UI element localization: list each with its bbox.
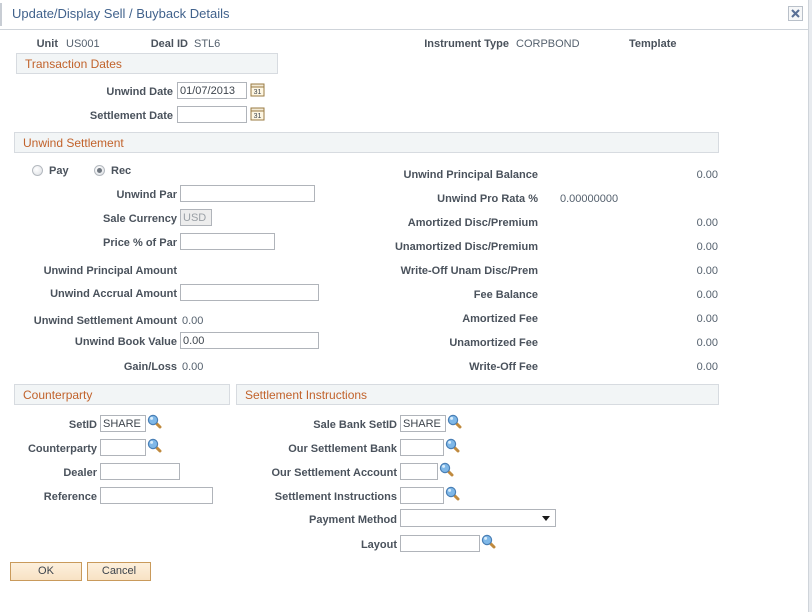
write-off-unam-disc-prem-value: 0.00 xyxy=(620,265,718,278)
unit-label: Unit xyxy=(18,38,58,51)
search-icon-our-settlement-account[interactable] xyxy=(439,462,454,477)
section-unwind-settlement-title: Unwind Settlement xyxy=(23,136,124,150)
unit-value: US001 xyxy=(66,38,100,51)
section-transaction-dates: Transaction Dates xyxy=(16,53,278,74)
unwind-principal-balance-label: Unwind Principal Balance xyxy=(330,169,538,182)
reference-input[interactable] xyxy=(100,487,213,504)
deal-id-value: STL6 xyxy=(194,38,220,51)
ok-button[interactable]: OK xyxy=(10,562,82,581)
our-settlement-bank-input[interactable] xyxy=(400,439,444,456)
amortized-fee-value: 0.00 xyxy=(620,313,718,326)
unamortized-disc-premium-label: Unamortized Disc/Premium xyxy=(330,241,538,254)
search-icon-our-settlement-bank[interactable] xyxy=(445,438,460,453)
amortized-disc-premium-value: 0.00 xyxy=(620,217,718,230)
page-title: Update/Display Sell / Buyback Details xyxy=(12,6,230,21)
settlement-instructions-field-label: Settlement Instructions xyxy=(240,491,397,504)
unwind-principal-amount-label: Unwind Principal Amount xyxy=(22,265,177,278)
section-settlement-instructions: Settlement Instructions xyxy=(236,384,719,405)
instrument-type-label: Instrument Type xyxy=(390,38,509,51)
reference-label: Reference xyxy=(20,491,97,504)
unwind-accrual-amount-input[interactable] xyxy=(180,284,319,301)
titlebar-accent-bar xyxy=(0,3,2,26)
close-button[interactable] xyxy=(788,6,803,21)
write-off-unam-disc-prem-label: Write-Off Unam Disc/Prem xyxy=(330,265,538,278)
price-pct-of-par-input[interactable] xyxy=(180,233,275,250)
write-off-fee-label: Write-Off Fee xyxy=(330,361,538,374)
section-settlement-instructions-title: Settlement Instructions xyxy=(245,388,367,402)
unwind-accrual-amount-label: Unwind Accrual Amount xyxy=(22,288,177,301)
svg-text:31: 31 xyxy=(254,113,262,120)
unwind-book-value-input[interactable] xyxy=(180,332,319,349)
write-off-fee-value: 0.00 xyxy=(620,361,718,374)
fee-balance-value: 0.00 xyxy=(620,289,718,302)
radio-rec[interactable] xyxy=(94,165,105,176)
chevron-down-icon-payment-method xyxy=(542,516,550,521)
sale-currency-input xyxy=(180,209,212,226)
deal-id-label: Deal ID xyxy=(140,38,188,51)
layout-input[interactable] xyxy=(400,535,480,552)
unwind-par-label: Unwind Par xyxy=(55,189,177,202)
setid-input[interactable] xyxy=(100,415,146,432)
unwind-par-input[interactable] xyxy=(180,185,315,202)
gain-loss-value: 0.00 xyxy=(182,361,203,374)
window-titlebar: Update/Display Sell / Buyback Details xyxy=(0,0,812,30)
instrument-type-value: CORPBOND xyxy=(516,38,580,51)
price-pct-of-par-label: Price % of Par xyxy=(55,237,177,250)
section-counterparty-title: Counterparty xyxy=(23,388,92,402)
our-settlement-account-input[interactable] xyxy=(400,463,438,480)
search-icon-setid[interactable] xyxy=(147,414,162,429)
settlement-date-input[interactable] xyxy=(177,106,247,123)
our-settlement-account-label: Our Settlement Account xyxy=(240,467,397,480)
unamortized-fee-label: Unamortized Fee xyxy=(330,337,538,350)
search-icon-sale-bank-setid[interactable] xyxy=(447,414,462,429)
counterparty-input[interactable] xyxy=(100,439,146,456)
unwind-pro-rata-pct-value: 0.00000000 xyxy=(560,193,618,206)
radio-rec-label: Rec xyxy=(111,165,131,178)
layout-label: Layout xyxy=(240,539,397,552)
our-settlement-bank-label: Our Settlement Bank xyxy=(240,443,397,456)
sell-buyback-details-page: Update/Display Sell / Buyback Details Un… xyxy=(0,0,812,612)
svg-text:31: 31 xyxy=(254,89,262,96)
gain-loss-label: Gain/Loss xyxy=(60,361,177,374)
search-icon-layout[interactable] xyxy=(481,534,496,549)
dealer-input[interactable] xyxy=(100,463,180,480)
unwind-settlement-amount-value: 0.00 xyxy=(182,315,203,328)
unwind-principal-balance-value: 0.00 xyxy=(620,169,718,182)
radio-pay[interactable] xyxy=(32,165,43,176)
radio-pay-label: Pay xyxy=(49,165,69,178)
section-unwind-settlement: Unwind Settlement xyxy=(14,132,719,153)
calendar-icon-unwind-date[interactable]: 31 xyxy=(250,82,265,97)
template-label: Template xyxy=(629,38,676,51)
settlement-date-label: Settlement Date xyxy=(60,110,173,123)
close-icon xyxy=(791,9,800,18)
unwind-date-label: Unwind Date xyxy=(60,86,173,99)
sale-bank-setid-input[interactable] xyxy=(400,415,446,432)
amortized-fee-label: Amortized Fee xyxy=(330,313,538,326)
unamortized-fee-value: 0.00 xyxy=(620,337,718,350)
section-transaction-dates-title: Transaction Dates xyxy=(25,57,122,71)
search-icon-settlement-instructions[interactable] xyxy=(445,486,460,501)
unwind-book-value-label: Unwind Book Value xyxy=(22,336,177,349)
fee-balance-label: Fee Balance xyxy=(330,289,538,302)
unwind-pro-rata-pct-label: Unwind Pro Rata % xyxy=(330,193,538,206)
section-counterparty: Counterparty xyxy=(14,384,230,405)
unwind-date-input[interactable] xyxy=(177,82,247,99)
search-icon-counterparty[interactable] xyxy=(147,438,162,453)
sale-bank-setid-label: Sale Bank SetID xyxy=(240,419,397,432)
payment-method-label: Payment Method xyxy=(240,514,397,527)
payment-method-select[interactable] xyxy=(400,509,556,527)
unamortized-disc-premium-value: 0.00 xyxy=(620,241,718,254)
setid-label: SetID xyxy=(20,419,97,432)
calendar-icon-settlement-date[interactable]: 31 xyxy=(250,106,265,121)
window-right-rail xyxy=(808,0,812,612)
settlement-instructions-input[interactable] xyxy=(400,487,444,504)
amortized-disc-premium-label: Amortized Disc/Premium xyxy=(330,217,538,230)
sale-currency-label: Sale Currency xyxy=(55,213,177,226)
counterparty-label: Counterparty xyxy=(20,443,97,456)
dealer-label: Dealer xyxy=(20,467,97,480)
unwind-settlement-amount-label: Unwind Settlement Amount xyxy=(12,315,177,328)
cancel-button[interactable]: Cancel xyxy=(87,562,151,581)
